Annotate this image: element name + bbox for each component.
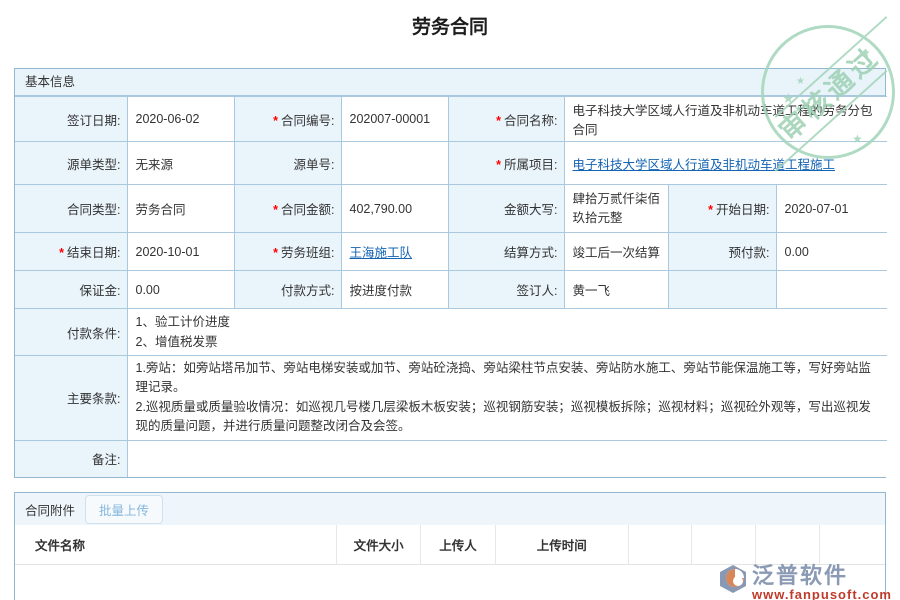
vendor-watermark: 泛普软件 www.fanpusoft.com xyxy=(718,564,892,600)
source-type-label: 源单类型: xyxy=(15,142,127,185)
labor-team-label: *劳务班组: xyxy=(234,233,341,271)
page: 劳务合同 审核通过 ★ ★ ★ ★ ★ 基本信息 签订日期: 2020-06-0… xyxy=(0,15,900,600)
page-title: 劳务合同 xyxy=(0,15,900,41)
start-date-label: *开始日期: xyxy=(668,185,776,233)
col-empty-4 xyxy=(819,525,885,564)
amount-value: 402,790.00 xyxy=(341,185,448,233)
clauses-value: 1.旁站：如旁站塔吊加节、旁站电梯安装或加节、旁站砼浇捣、旁站梁柱节点安装、旁站… xyxy=(127,356,887,441)
end-date-value: 2020-10-01 xyxy=(127,233,234,271)
vendor-site: www.fanpusoft.com xyxy=(752,588,892,600)
deposit-value: 0.00 xyxy=(127,271,234,309)
col-file-size: 文件大小 xyxy=(336,525,420,564)
contract-name-label: *合同名称: xyxy=(448,97,564,142)
amount-words-label: 金额大写: xyxy=(448,185,564,233)
advance-label: 预付款: xyxy=(668,233,776,271)
stamp-star-icon: ★ xyxy=(860,46,871,60)
attachments-title: 合同附件 xyxy=(25,500,75,519)
labor-team-value: 王海施工队 xyxy=(341,233,448,271)
remark-value xyxy=(127,440,887,477)
col-empty-2 xyxy=(691,525,755,564)
contract-type-label: 合同类型: xyxy=(15,185,127,233)
attachments-header-bar: 合同附件 批量上传 xyxy=(15,493,885,525)
col-empty-1 xyxy=(628,525,692,564)
pay-terms-label: 付款条件: xyxy=(15,309,127,356)
attachments-table-header: 文件名称 文件大小 上传人 上传时间 xyxy=(15,525,885,565)
source-type-value: 无来源 xyxy=(127,142,234,185)
col-uploader: 上传人 xyxy=(420,525,495,564)
labor-team-link[interactable]: 王海施工队 xyxy=(350,246,413,260)
settlement-label: 结算方式: xyxy=(448,233,564,271)
col-upload-time: 上传时间 xyxy=(495,525,628,564)
project-value: 电子科技大学区域人行道及非机动车道工程施工 xyxy=(564,142,887,185)
vendor-brand: 泛普软件 xyxy=(752,564,892,588)
pay-terms-value: 1、验工计价进度 2、增值税发票 xyxy=(127,309,887,356)
clauses-label: 主要条款: xyxy=(15,356,127,441)
end-date-label: *结束日期: xyxy=(15,233,127,271)
basic-info-header: 基本信息 xyxy=(15,69,885,96)
empty-label-cell xyxy=(668,271,776,309)
fanpu-logo-icon xyxy=(718,564,748,594)
advance-value: 0.00 xyxy=(776,233,887,271)
source-no-value xyxy=(341,142,448,185)
sign-date-value: 2020-06-02 xyxy=(127,97,234,142)
settlement-value: 竣工后一次结算 xyxy=(564,233,668,271)
contract-no-label: *合同编号: xyxy=(234,97,341,142)
contract-no-value: 202007-00001 xyxy=(341,97,448,142)
deposit-label: 保证金: xyxy=(15,271,127,309)
empty-value-cell xyxy=(776,271,887,309)
col-file-name: 文件名称 xyxy=(15,525,336,564)
signer-label: 签订人: xyxy=(448,271,564,309)
amount-words-value: 肆拾万贰仟柒佰玖拾元整 xyxy=(564,185,668,233)
amount-label: *合同金额: xyxy=(234,185,341,233)
remark-label: 备注: xyxy=(15,440,127,477)
contract-name-value: 电子科技大学区域人行道及非机动车道工程的劳务分包合同 xyxy=(564,97,887,142)
signer-value: 黄一飞 xyxy=(564,271,668,309)
start-date-value: 2020-07-01 xyxy=(776,185,887,233)
basic-info-panel: 基本信息 签订日期: 2020-06-02 *合同编号: 202007-0000… xyxy=(14,68,886,478)
pay-method-value: 按进度付款 xyxy=(341,271,448,309)
contract-type-value: 劳务合同 xyxy=(127,185,234,233)
project-label: *所属项目: xyxy=(448,142,564,185)
project-link[interactable]: 电子科技大学区域人行道及非机动车道工程施工 xyxy=(573,158,836,172)
basic-info-table: 签订日期: 2020-06-02 *合同编号: 202007-00001 *合同… xyxy=(15,96,887,477)
batch-upload-button[interactable]: 批量上传 xyxy=(85,495,163,524)
pay-method-label: 付款方式: xyxy=(234,271,341,309)
col-empty-3 xyxy=(755,525,819,564)
sign-date-label: 签订日期: xyxy=(15,97,127,142)
source-no-label: 源单号: xyxy=(234,142,341,185)
